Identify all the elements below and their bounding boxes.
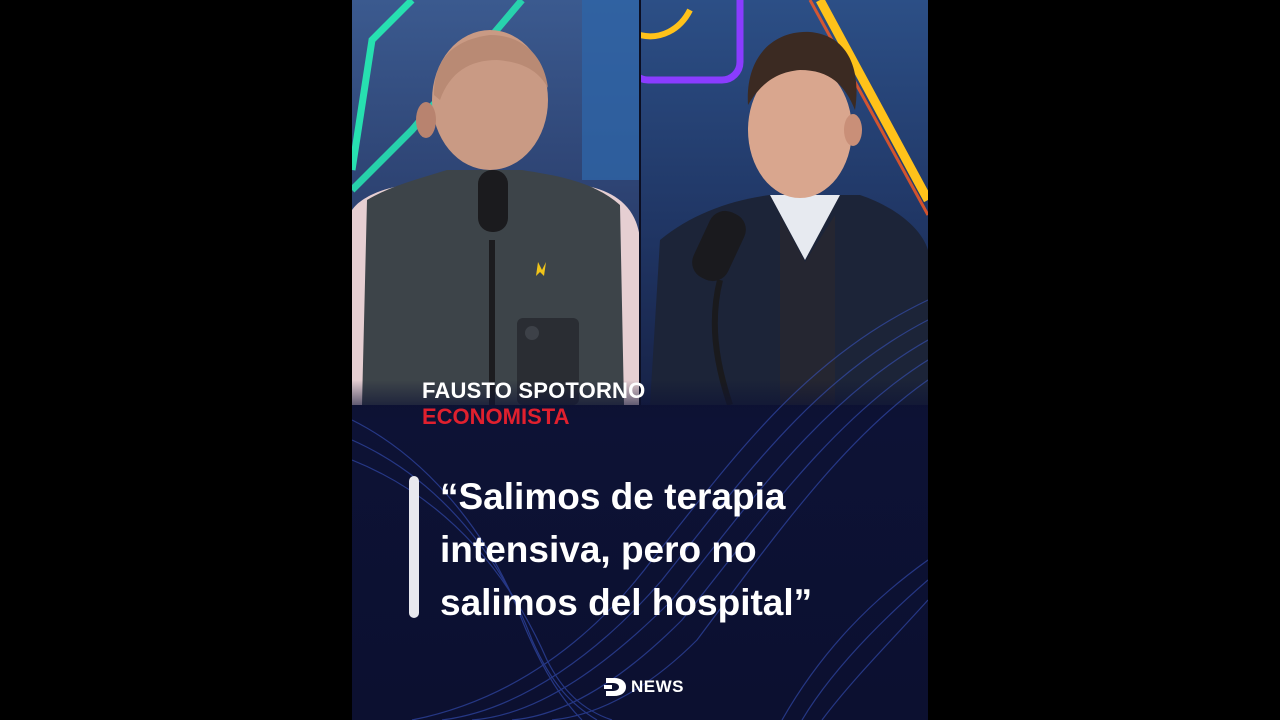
ear xyxy=(844,114,862,146)
right-speaker-panel xyxy=(640,0,928,405)
quote-text: “Salimos de terapia intensiva, pero no s… xyxy=(440,470,910,629)
video-frame: FAUSTO SPOTORNO ECONOMISTA “Salimos de t… xyxy=(352,0,928,720)
d-news-logo-icon xyxy=(604,678,626,696)
speaker-lower-third: FAUSTO SPOTORNO ECONOMISTA xyxy=(422,378,645,430)
logo-text: NEWS xyxy=(631,677,684,696)
video-split-view xyxy=(352,0,928,405)
right-speaker-scene xyxy=(640,0,928,405)
quote-bar xyxy=(409,476,419,618)
panel-divider xyxy=(639,0,641,405)
blue-backdrop xyxy=(582,0,640,180)
left-speaker-scene xyxy=(352,0,640,405)
dnews-logo: NEWS xyxy=(604,675,684,699)
ear xyxy=(416,102,436,138)
quote-line: “Salimos de terapia xyxy=(440,476,786,517)
left-speaker-panel xyxy=(352,0,640,405)
neon-green-light xyxy=(352,0,415,171)
microphone xyxy=(478,170,508,232)
neon-yellow-curve xyxy=(640,8,693,40)
quote-line: salimos del hospital” xyxy=(440,582,813,623)
speaker-role: ECONOMISTA xyxy=(422,404,570,429)
quote-line: intensiva, pero no xyxy=(440,529,757,570)
speaker-name: FAUSTO SPOTORNO xyxy=(422,378,646,403)
